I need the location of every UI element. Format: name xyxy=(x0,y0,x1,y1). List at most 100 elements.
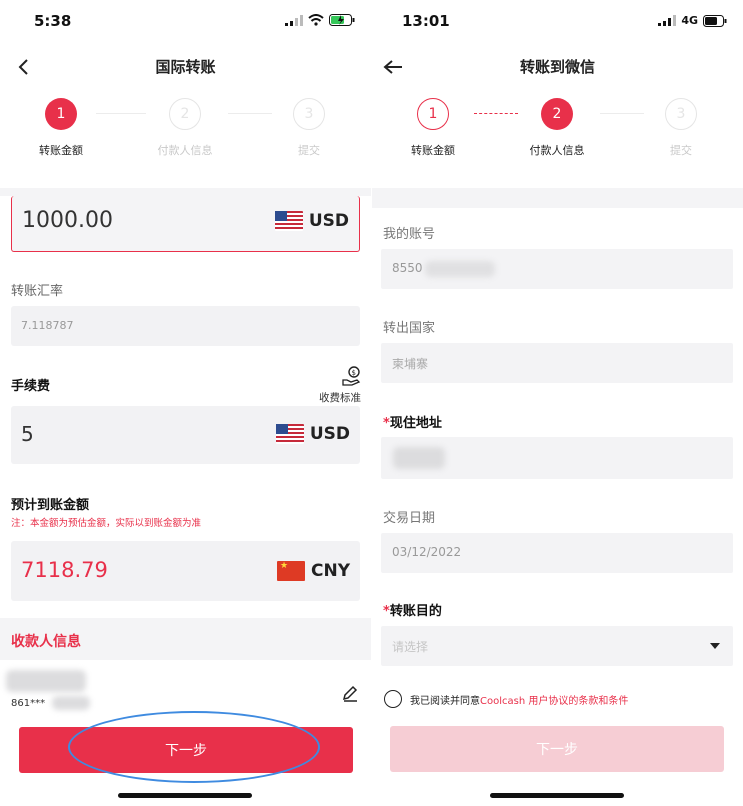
payee-account: 861*** xyxy=(11,698,46,709)
step-2-circle: 2 xyxy=(541,98,573,130)
payee-header: 收款人信息 xyxy=(0,618,371,660)
currency-selector[interactable]: USD xyxy=(274,211,349,231)
estimated-label: 预计到账金额 xyxy=(11,498,90,513)
agreement-link[interactable]: Coolcash 用户协议的条款和条件 xyxy=(480,696,628,707)
agreement-checkbox[interactable] xyxy=(384,690,402,708)
home-indicator xyxy=(118,793,252,798)
step-3-label: 提交 xyxy=(670,144,692,157)
status-icons: 4G xyxy=(658,14,727,27)
rate-value: 7.118787 xyxy=(21,319,74,332)
wifi-icon xyxy=(308,14,324,26)
step-2: 2 付款人信息 xyxy=(140,98,230,158)
us-flag-icon xyxy=(275,424,304,444)
date-value: 03/12/2022 xyxy=(392,545,462,559)
address-required-mark: * xyxy=(383,416,390,431)
battery-charging-icon xyxy=(329,14,355,26)
payee-account-blurred xyxy=(52,696,90,710)
country-field: 柬埔寨 xyxy=(381,343,733,383)
rate-field: 7.118787 xyxy=(11,306,360,346)
estimated-field: 7118.79 CNY xyxy=(11,541,360,601)
step-1: 1 转账金额 xyxy=(16,98,106,158)
signal-icon xyxy=(658,15,677,26)
amount-input[interactable]: 1000.00 USD xyxy=(11,196,360,252)
status-bar: 5:38 xyxy=(0,0,371,44)
fee-hand-coin-icon: $ xyxy=(342,366,361,386)
fee-currency: USD xyxy=(275,424,350,444)
purpose-placeholder: 请选择 xyxy=(392,640,429,654)
step-3-circle: 3 xyxy=(293,98,325,130)
battery-icon xyxy=(703,14,727,27)
nav-bar: 转账到微信 xyxy=(372,44,743,88)
step-1-label: 转账金额 xyxy=(39,144,83,157)
estimated-note: 注：本金额为预估金额，实际以到账金额为准 xyxy=(11,518,202,529)
fee-field: 5 USD xyxy=(11,406,360,464)
step-1-circle: 1 xyxy=(417,98,449,130)
signal-icon xyxy=(285,14,303,26)
step-1-label: 转账金额 xyxy=(411,144,455,157)
step-2-circle: 2 xyxy=(169,98,201,130)
step-1: 1 转账金额 xyxy=(388,98,478,158)
address-label: *现住地址 xyxy=(383,412,442,431)
section-gap xyxy=(372,188,743,208)
estimated-currency-code: CNY xyxy=(310,561,350,581)
fee-currency-code: USD xyxy=(309,424,350,444)
nav-bar: 国际转账 xyxy=(0,44,371,88)
step-3: 3 提交 xyxy=(264,98,354,158)
account-value: 8550 xyxy=(392,261,423,275)
estimated-currency: CNY xyxy=(276,561,350,581)
page-title: 国际转账 xyxy=(155,58,216,76)
step-1-circle: 1 xyxy=(45,98,77,130)
home-indicator xyxy=(490,793,624,798)
purpose-select[interactable]: 请选择 xyxy=(381,626,733,666)
purpose-label-text: 转账目的 xyxy=(389,604,442,619)
date-field: 03/12/2022 xyxy=(381,533,733,573)
dropdown-arrow-icon xyxy=(710,643,720,649)
step-2-label: 付款人信息 xyxy=(529,144,585,157)
edit-pencil-icon[interactable] xyxy=(341,684,359,702)
currency-code: USD xyxy=(308,211,349,231)
us-flag-icon xyxy=(274,211,303,231)
account-field: 8550 xyxy=(381,249,733,289)
account-label: 我的账号 xyxy=(383,227,436,242)
svg-text:$: $ xyxy=(352,369,356,377)
payee-title: 收款人信息 xyxy=(11,634,81,650)
fee-label: 手续费 xyxy=(11,379,51,394)
cn-flag-icon xyxy=(276,561,305,581)
stepper: 1 转账金额 2 付款人信息 3 提交 xyxy=(0,88,371,188)
country-value: 柬埔寨 xyxy=(392,357,429,371)
left-screen: 5:38 国际转账 1 转账金额 2 付款人信息 3 提交 1000.00 US… xyxy=(0,0,371,806)
step-3-circle: 3 xyxy=(665,98,697,130)
address-label-text: 现住地址 xyxy=(389,416,442,431)
step-3-label: 提交 xyxy=(298,144,320,157)
agreement-text: 我已阅读并同意Coolcash 用户协议的条款和条件 xyxy=(410,692,628,707)
purpose-required-mark: * xyxy=(383,604,390,619)
fee-standard-label: 收费标准 xyxy=(319,392,361,404)
fee-standard-link[interactable]: $ 收费标准 xyxy=(319,366,361,405)
highlight-ellipse xyxy=(68,711,320,783)
right-screen: 13:01 4G 转账到微信 1 转账金额 2 付款人信息 3 提交 我的账号 … xyxy=(372,0,743,806)
step-2: 2 付款人信息 xyxy=(512,98,602,158)
next-button[interactable]: 下一步 xyxy=(390,726,724,772)
status-time: 5:38 xyxy=(34,12,72,30)
estimated-value: 7118.79 xyxy=(21,558,108,582)
date-label: 交易日期 xyxy=(383,511,436,526)
page-title: 转账到微信 xyxy=(519,58,595,76)
country-label: 转出国家 xyxy=(383,321,436,336)
status-icons xyxy=(285,14,355,26)
amount-value: 1000.00 xyxy=(22,208,113,233)
rate-label: 转账汇率 xyxy=(11,284,64,299)
fee-value: 5 xyxy=(21,422,34,446)
payee-name-blurred xyxy=(6,670,86,692)
address-input[interactable] xyxy=(381,437,733,479)
step-3: 3 提交 xyxy=(636,98,726,158)
account-blurred xyxy=(425,261,495,277)
stepper: 1 转账金额 2 付款人信息 3 提交 xyxy=(372,88,743,188)
agreement-prefix: 我已阅读并同意 xyxy=(410,696,480,707)
status-bar: 13:01 4G xyxy=(372,0,743,44)
purpose-label: *转账目的 xyxy=(383,600,442,619)
step-2-label: 付款人信息 xyxy=(157,144,213,157)
next-button-label: 下一步 xyxy=(536,742,578,758)
address-blurred xyxy=(393,447,445,469)
status-time: 13:01 xyxy=(402,12,450,30)
network-type: 4G xyxy=(681,14,698,27)
